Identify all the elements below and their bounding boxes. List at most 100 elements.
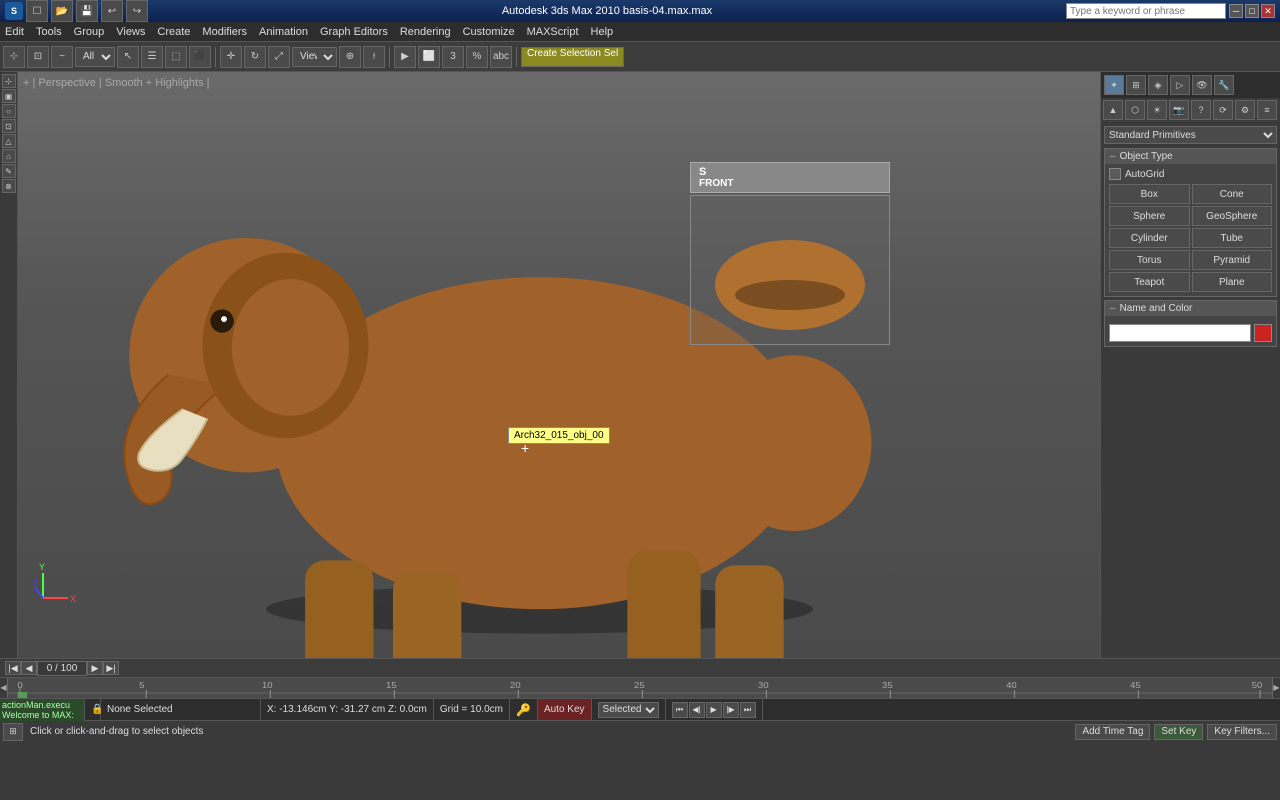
undo-btn[interactable]: ↩ <box>101 0 123 22</box>
btn-box[interactable]: Box <box>1109 184 1190 204</box>
timeline-right-expand[interactable]: ▶ <box>1272 678 1280 698</box>
menu-tools[interactable]: Tools <box>36 26 62 38</box>
tl-next[interactable]: ▶ <box>87 661 103 675</box>
menu-edit[interactable]: Edit <box>5 26 24 38</box>
lt-icon-5[interactable]: △ <box>2 134 16 148</box>
menu-help[interactable]: Help <box>591 26 614 38</box>
btn-sphere[interactable]: Sphere <box>1109 206 1190 226</box>
select-obj-icon[interactable]: ↖ <box>117 46 139 68</box>
pb-prev-key[interactable]: ◀| <box>689 702 705 718</box>
3d-icon[interactable]: 3 <box>442 46 464 68</box>
object-type-header[interactable]: – Object Type <box>1105 149 1276 164</box>
btn-torus[interactable]: Torus <box>1109 250 1190 270</box>
name-input[interactable] <box>1109 324 1251 342</box>
viewport[interactable]: + | Perspective | Smooth + Highlights | <box>18 72 1100 658</box>
rp-tab-hierarchy[interactable]: ◈ <box>1148 75 1168 95</box>
save-btn[interactable]: 💾 <box>76 0 98 22</box>
tl-prev[interactable]: ◀ <box>21 661 37 675</box>
axes-indicator: X Y Z <box>33 558 83 608</box>
select-icon[interactable]: ⊹ <box>3 46 25 68</box>
new-btn[interactable]: ☐ <box>26 0 48 22</box>
renderframe-icon[interactable]: ⬜ <box>418 46 440 68</box>
rp-icon-geo[interactable]: ▲ <box>1103 100 1123 120</box>
bt-snap-icon[interactable]: ⊞ <box>3 723 23 741</box>
btn-cylinder[interactable]: Cylinder <box>1109 228 1190 248</box>
menu-modifiers[interactable]: Modifiers <box>202 26 247 38</box>
btn-plane[interactable]: Plane <box>1192 272 1273 292</box>
tick-container[interactable]: 0 5 10 15 20 25 30 35 40 45 50 <box>8 678 1272 698</box>
rp-tab-create[interactable]: ✦ <box>1104 75 1124 95</box>
btn-tube[interactable]: Tube <box>1192 228 1273 248</box>
rp-tab-motion[interactable]: ▷ <box>1170 75 1190 95</box>
lt-icon-8[interactable]: ⊗ <box>2 179 16 193</box>
menu-animation[interactable]: Animation <box>259 26 308 38</box>
percent-icon[interactable]: % <box>466 46 488 68</box>
close-button[interactable]: ✕ <box>1261 4 1275 18</box>
rp-icon-shapes[interactable]: ⬡ <box>1125 100 1145 120</box>
set-key-btn[interactable]: Set Key <box>1154 724 1203 740</box>
color-swatch[interactable] <box>1254 324 1272 342</box>
name-color-header[interactable]: – Name and Color <box>1105 301 1276 316</box>
btn-teapot[interactable]: Teapot <box>1109 272 1190 292</box>
tl-prev-key[interactable]: |◀ <box>5 661 21 675</box>
select-name-icon[interactable]: ☰ <box>141 46 163 68</box>
lt-icon-2[interactable]: ▣ <box>2 89 16 103</box>
pb-next-key[interactable]: |▶ <box>723 702 739 718</box>
pivot-icon[interactable]: ⊕ <box>339 46 361 68</box>
lt-icon-6[interactable]: ⌂ <box>2 149 16 163</box>
minimize-button[interactable]: ─ <box>1229 4 1243 18</box>
rp-tab-modify[interactable]: ⊞ <box>1126 75 1146 95</box>
primitives-select[interactable]: Standard Primitives Extended Primitives … <box>1104 126 1277 144</box>
selected-select[interactable]: Selected <box>598 702 659 718</box>
lasso-icon[interactable]: ~ <box>51 46 73 68</box>
btn-geosphere[interactable]: GeoSphere <box>1192 206 1273 226</box>
abc-icon[interactable]: abc <box>490 46 512 68</box>
menu-maxscript[interactable]: MAXScript <box>527 26 579 38</box>
autogrid-checkbox[interactable] <box>1109 168 1121 180</box>
lt-icon-7[interactable]: ✎ <box>2 164 16 178</box>
rp-icon-spacewarps[interactable]: ⟳ <box>1213 100 1233 120</box>
filter-select[interactable]: All <box>75 47 115 67</box>
open-btn[interactable]: 📂 <box>51 0 73 22</box>
rotate-icon[interactable]: ↻ <box>244 46 266 68</box>
btn-pyramid[interactable]: Pyramid <box>1192 250 1273 270</box>
ref-coord-select[interactable]: View <box>292 47 337 67</box>
rp-icon-systems[interactable]: ⚙ <box>1235 100 1255 120</box>
pb-first[interactable]: ⏮ <box>672 702 688 718</box>
menu-customize[interactable]: Customize <box>463 26 515 38</box>
rp-icon-helpers[interactable]: ? <box>1191 100 1211 120</box>
add-time-tag-btn[interactable]: Add Time Tag <box>1075 724 1150 740</box>
menu-group[interactable]: Group <box>74 26 105 38</box>
menu-graph-editors[interactable]: Graph Editors <box>320 26 388 38</box>
key-filters-btn[interactable]: Key Filters... <box>1207 724 1277 740</box>
render-icon[interactable]: ▶ <box>394 46 416 68</box>
pb-last[interactable]: ⏭ <box>740 702 756 718</box>
rp-icon-cameras[interactable]: 📷 <box>1169 100 1189 120</box>
rect-select-icon[interactable]: ⬚ <box>165 46 187 68</box>
menu-create[interactable]: Create <box>157 26 190 38</box>
rp-tab-display[interactable]: 👁 <box>1192 75 1212 95</box>
lt-icon-1[interactable]: ⊹ <box>2 74 16 88</box>
scale-icon[interactable]: ⤢ <box>268 46 290 68</box>
rp-tab-utilities[interactable]: 🔧 <box>1214 75 1234 95</box>
rp-icon-extra[interactable]: ≡ <box>1257 100 1277 120</box>
pb-play[interactable]: ▶ <box>706 702 722 718</box>
lt-icon-3[interactable]: ○ <box>2 104 16 118</box>
create-selection-btn[interactable]: Create Selection Sel <box>521 47 624 67</box>
redo-btn[interactable]: ↪ <box>126 0 148 22</box>
front-view-indicator: S FRONT <box>690 162 890 345</box>
rp-icon-lights[interactable]: ☀ <box>1147 100 1167 120</box>
move-icon[interactable]: ✛ <box>220 46 242 68</box>
menu-views[interactable]: Views <box>116 26 145 38</box>
snap-icon[interactable]: ⟊ <box>363 46 385 68</box>
menu-rendering[interactable]: Rendering <box>400 26 451 38</box>
tl-next-key[interactable]: ▶| <box>103 661 119 675</box>
auto-key-section[interactable]: Auto Key <box>538 699 592 720</box>
timeline-left-expand[interactable]: ◀ <box>0 678 8 698</box>
search-input[interactable] <box>1066 3 1226 19</box>
maximize-button[interactable]: □ <box>1245 4 1259 18</box>
lt-icon-4[interactable]: ⊡ <box>2 119 16 133</box>
window-cross-icon[interactable]: ⬛ <box>189 46 211 68</box>
btn-cone[interactable]: Cone <box>1192 184 1273 204</box>
region-icon[interactable]: ⊡ <box>27 46 49 68</box>
